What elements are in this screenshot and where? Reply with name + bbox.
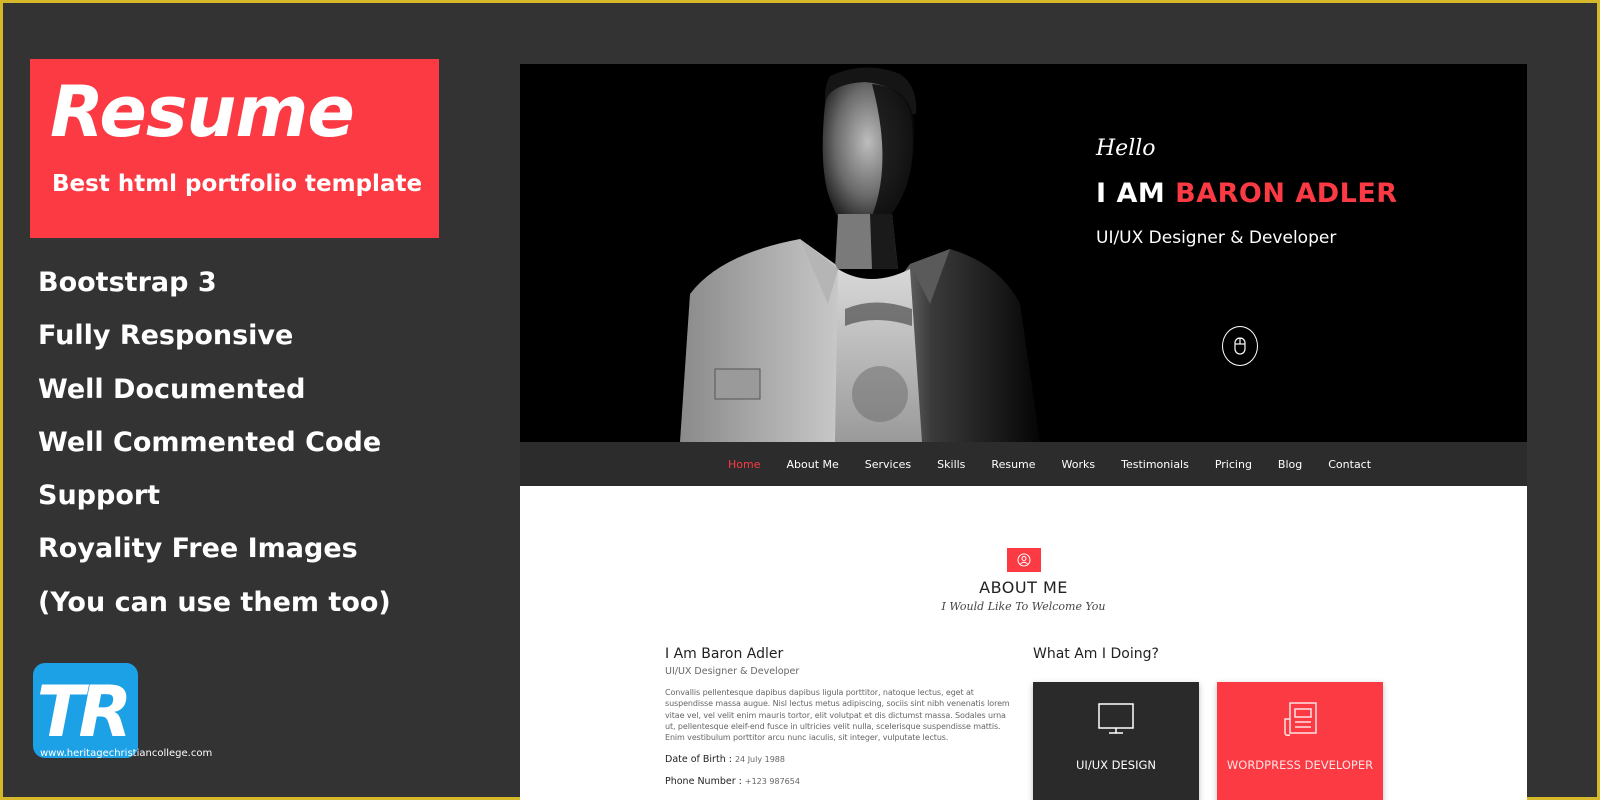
hero-section: Hello I AM BARON ADLER UI/UX Designer & … — [520, 64, 1527, 442]
feature-item: Royality Free Images — [38, 533, 358, 565]
mouse-scroll-icon — [1234, 337, 1246, 355]
feature-item: Bootstrap 3 — [38, 267, 217, 298]
service-card-uiux[interactable]: UI/UX DESIGN — [1033, 682, 1199, 800]
service-card-label: UI/UX DESIGN — [1076, 758, 1156, 772]
about-icon-badge — [1007, 548, 1041, 572]
bio-field-value: +123 987654 — [744, 777, 800, 787]
bio-field-label: Phone Number : — [665, 776, 742, 788]
hero-name-highlight: BARON ADLER — [1175, 178, 1398, 209]
tr-logo: TR — [33, 663, 138, 758]
promo-banner: Resume Best html portfolio template — [30, 59, 439, 238]
nav-item-resume[interactable]: Resume — [991, 458, 1035, 471]
monitor-icon — [1098, 703, 1134, 734]
service-card-label: WORDPRESS DEVELOPER — [1226, 758, 1374, 772]
about-section: ABOUT ME I Would Like To Welcome You I A… — [520, 486, 1527, 800]
feature-list: Bootstrap 3 Fully Responsive Well Docume… — [38, 267, 391, 641]
about-tagline: I Would Like To Welcome You — [941, 600, 1106, 613]
bio-role: UI/UX Designer & Developer — [665, 666, 800, 677]
nav-item-home[interactable]: Home — [728, 458, 760, 471]
promo-subtitle: Best html portfolio template — [52, 171, 423, 197]
nav-item-services[interactable]: Services — [865, 458, 911, 471]
feature-item: Well Documented — [38, 373, 306, 405]
feature-item: Fully Responsive — [38, 320, 294, 352]
hero-name: I AM BARON ADLER — [1096, 178, 1398, 209]
nav-item-works[interactable]: Works — [1062, 458, 1096, 471]
portrait-photo — [680, 67, 1040, 442]
bio-name: I Am Baron Adler — [665, 646, 784, 662]
nav-item-pricing[interactable]: Pricing — [1215, 458, 1252, 471]
service-cards: UI/UX DESIGN WORDPRESS DEVELOPER — [1033, 682, 1401, 800]
tr-logo-text: TR — [36, 670, 133, 753]
newspaper-icon — [1284, 702, 1317, 736]
nav-item-testimonials[interactable]: Testimonials — [1121, 458, 1189, 471]
services-column: What Am I Doing? UI/UX DESIGN WORDPRESS … — [1033, 646, 1393, 800]
about-title: ABOUT ME — [979, 578, 1068, 597]
nav-item-blog[interactable]: Blog — [1278, 458, 1302, 471]
nav-item-about-me[interactable]: About Me — [786, 458, 838, 471]
watermark: www.heritagechristiancollege.com — [40, 748, 213, 759]
bio-column: I Am Baron Adler UI/UX Designer & Develo… — [665, 646, 1015, 787]
hero-greeting: Hello — [1096, 136, 1156, 161]
promo-title: Resume — [50, 71, 355, 153]
feature-item: (You can use them too) — [38, 586, 391, 618]
nav-item-contact[interactable]: Contact — [1328, 458, 1371, 471]
main-navbar: Home About Me Services Skills Resume Wor… — [520, 442, 1527, 486]
hero-name-prefix: I AM — [1096, 178, 1166, 209]
feature-item: Support — [38, 480, 161, 512]
service-card-wordpress[interactable]: WORDPRESS DEVELOPER — [1217, 682, 1383, 800]
bio-text: Convallis pellentesque dapibus dapibus l… — [665, 688, 1010, 743]
bio-field-value: 24 July 1988 — [734, 755, 785, 765]
website-preview: Hello I AM BARON ADLER UI/UX Designer & … — [520, 64, 1527, 800]
bio-field-dob: Date of Birth : 24 July 1988 — [665, 754, 1015, 765]
scroll-down-button[interactable] — [1222, 326, 1258, 366]
bio-field-phone: Phone Number : +123 987654 — [665, 776, 1015, 787]
bio-field-label: Date of Birth : — [665, 754, 732, 766]
user-icon — [1017, 553, 1031, 567]
services-title: What Am I Doing? — [1033, 646, 1159, 662]
hero-role: UI/UX Designer & Developer — [1096, 228, 1337, 248]
feature-item: Well Commented Code — [38, 426, 382, 458]
nav-item-skills[interactable]: Skills — [937, 458, 965, 471]
